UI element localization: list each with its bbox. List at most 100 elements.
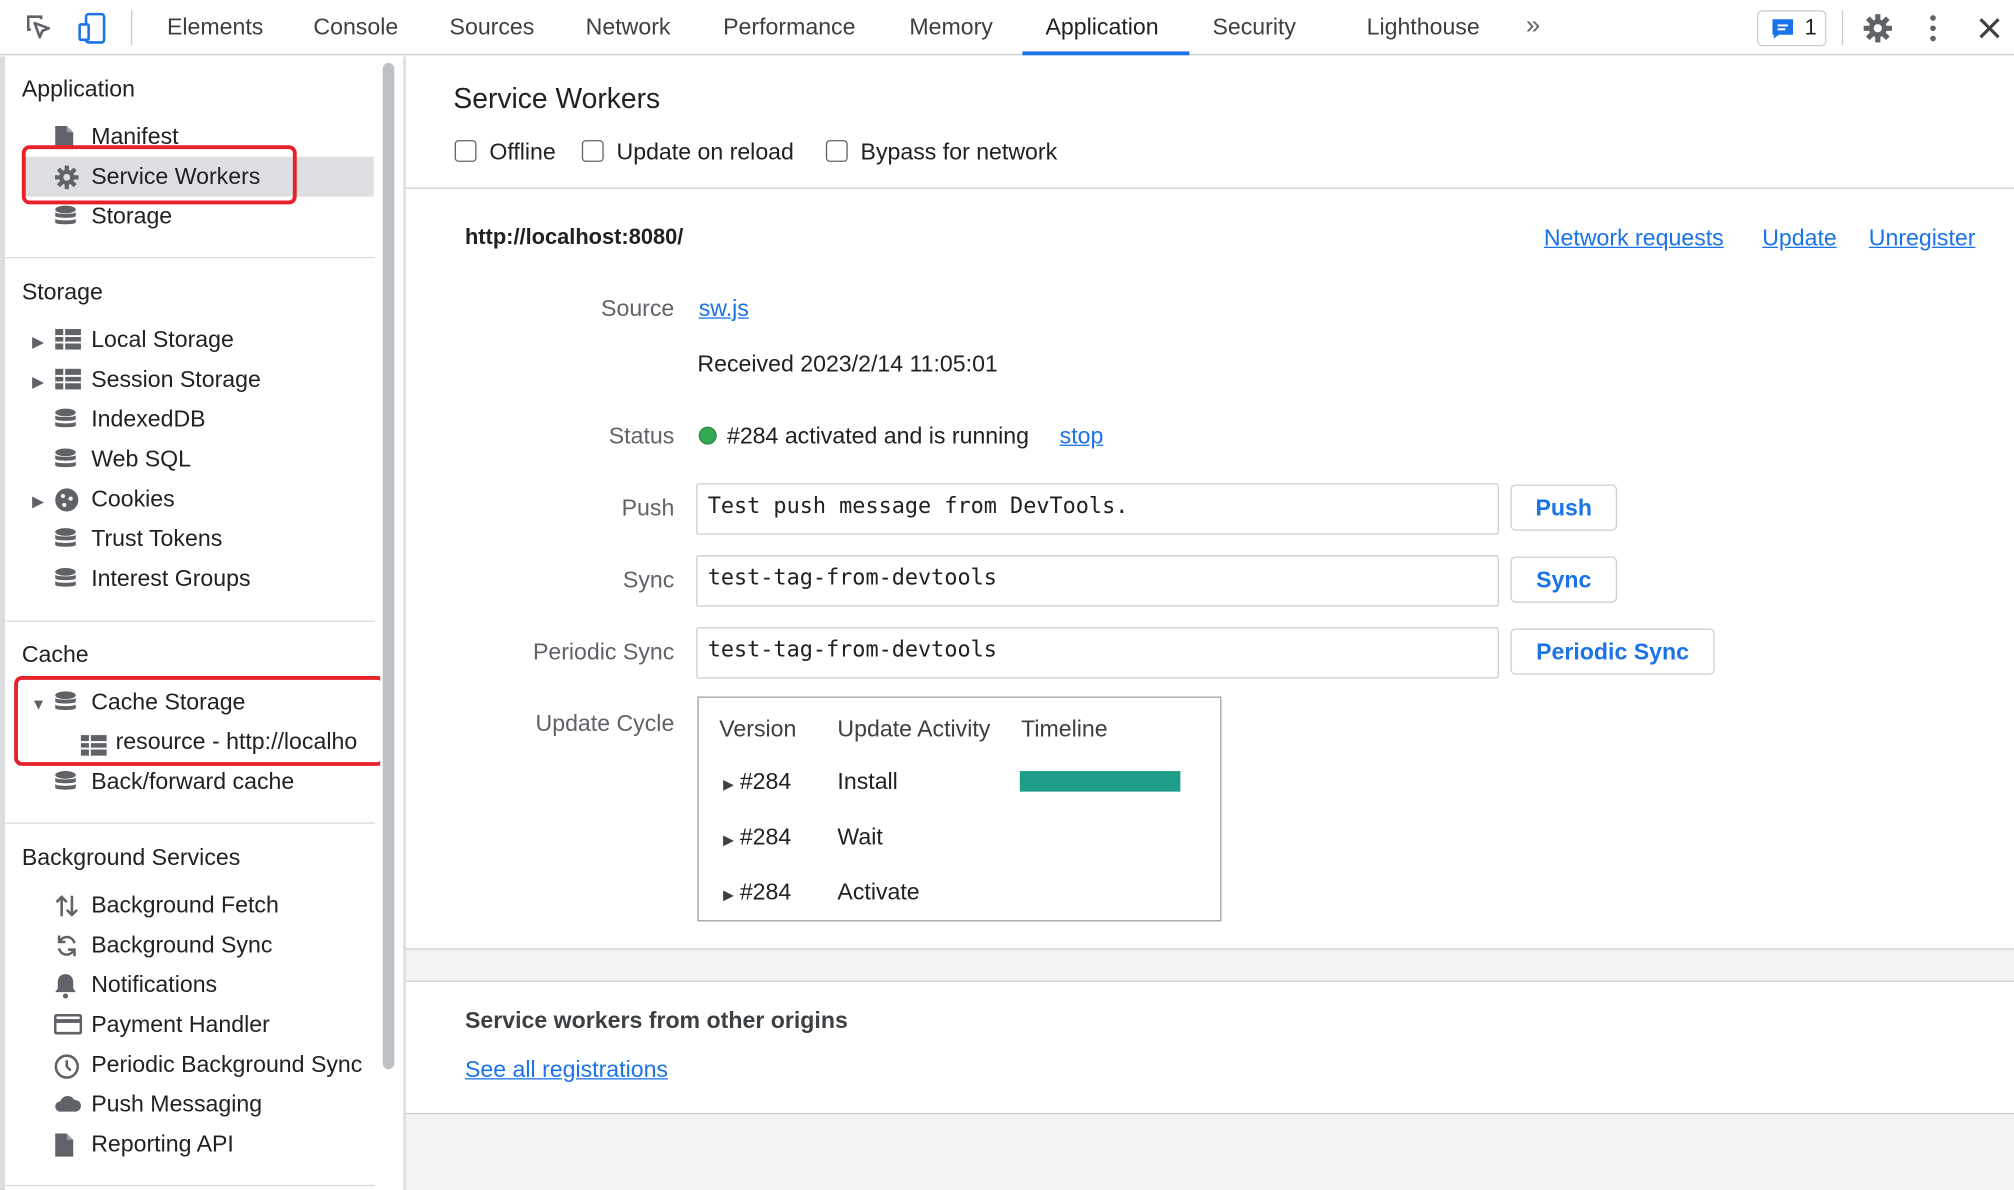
periodic-sync-button[interactable]: Periodic Sync [1510, 628, 1715, 675]
sidebar-item-cookies[interactable]: Cookies [55, 485, 175, 513]
highlight-box-service-workers [21, 145, 297, 205]
received-timestamp: Received 2023/2/14 11:05:01 [697, 350, 998, 377]
database-icon [54, 204, 77, 236]
highlight-box-cache-storage [14, 675, 386, 766]
network-requests-link[interactable]: Network requests [1544, 225, 1724, 252]
sync-label: Sync [622, 566, 675, 593]
push-message-input[interactable]: Test push message from DevTools. [696, 483, 1499, 535]
table-row-activity: Wait [837, 823, 883, 850]
tab-memory[interactable]: Memory [909, 14, 993, 41]
more-options-icon[interactable] [1927, 14, 1940, 49]
more-tabs-chevron-icon[interactable]: » [1526, 12, 1540, 42]
expand-row-arrow-icon[interactable]: ▶ [723, 776, 734, 792]
sidebar-item-label: Background Fetch [91, 891, 279, 918]
sidebar-item-label: Cookies [91, 485, 175, 512]
update-on-reload-checkbox[interactable] [581, 140, 604, 162]
sidebar-item-interest-groups[interactable]: Interest Groups [55, 565, 251, 592]
table-row-activity: Activate [837, 879, 920, 905]
tab-performance[interactable]: Performance [723, 14, 855, 41]
sidebar-item-label: IndexedDB [91, 406, 206, 432]
sidebar-section-cache: Cache [21, 641, 89, 667]
sidebar-item-background-sync[interactable]: Background Sync [57, 931, 273, 959]
tab-application[interactable]: Application [1046, 14, 1159, 41]
close-devtools-icon[interactable] [1978, 17, 2001, 47]
sidebar-item-push-messaging[interactable]: Push Messaging [55, 1091, 262, 1118]
update-link[interactable]: Update [1762, 225, 1837, 252]
sidebar-item-session-storage[interactable]: Session Storage [55, 366, 261, 393]
credit-card-icon [53, 1013, 83, 1043]
sync-tag-input[interactable]: test-tag-from-devtools [696, 555, 1499, 607]
sidebar-item-background-fetch[interactable]: Background Fetch [55, 891, 279, 919]
database-icon [54, 527, 77, 559]
expand-arrow-icon[interactable]: ▶ [32, 373, 44, 391]
table-row-activity: Install [837, 768, 898, 795]
database-icon [54, 770, 77, 802]
issues-counter-button[interactable]: 1 [1757, 10, 1827, 47]
devtools-window: Elements Console Sources Network Perform… [0, 0, 2014, 1190]
periodic-sync-tag-input[interactable]: test-tag-from-devtools [696, 627, 1499, 679]
sidebar-divider [5, 620, 376, 622]
section-separator-band [405, 948, 2014, 982]
tab-sources[interactable]: Sources [450, 14, 535, 41]
active-tab-indicator [1022, 51, 1190, 56]
tab-security[interactable]: Security [1212, 14, 1296, 41]
tab-elements[interactable]: Elements [167, 14, 263, 41]
toolbar-separator [131, 10, 133, 45]
tab-lighthouse[interactable]: Lighthouse [1367, 14, 1480, 41]
issues-message-icon [1771, 18, 1794, 46]
tab-console[interactable]: Console [313, 14, 398, 41]
section-divider [405, 187, 2014, 189]
sidebar-item-indexeddb[interactable]: IndexedDB [55, 406, 206, 433]
sidebar-item-label: Back/forward cache [91, 768, 295, 795]
table-row-version: #284 [739, 823, 792, 850]
sidebar-item-label: Session Storage [91, 366, 261, 392]
unregister-link[interactable]: Unregister [1869, 225, 1976, 252]
sidebar-item-payment-handler[interactable]: Payment Handler [53, 1011, 270, 1038]
expand-row-arrow-icon[interactable]: ▶ [723, 831, 734, 848]
update-on-reload-label[interactable]: Update on reload [617, 139, 794, 166]
bypass-for-network-label[interactable]: Bypass for network [861, 139, 1058, 166]
push-label: Push [621, 494, 675, 521]
sidebar-divider [5, 257, 376, 259]
sync-button[interactable]: Sync [1510, 556, 1618, 603]
sidebar-item-local-storage[interactable]: Local Storage [55, 326, 234, 353]
see-all-registrations-link[interactable]: See all registrations [465, 1056, 668, 1083]
device-toolbar-icon[interactable] [77, 12, 108, 52]
sidebar-item-notifications[interactable]: Notifications [55, 971, 218, 999]
update-cycle-label: Update Cycle [535, 710, 675, 737]
source-file-link[interactable]: sw.js [699, 296, 749, 323]
push-button[interactable]: Push [1510, 484, 1618, 531]
table-icon [54, 368, 82, 398]
sidebar-item-label: Web SQL [91, 445, 192, 472]
sidebar-item-periodic-background-sync[interactable]: Periodic Background Sync [91, 1051, 374, 1078]
offline-checkbox[interactable] [454, 140, 477, 162]
sidebar-item-reporting-api[interactable]: Reporting API [55, 1130, 234, 1158]
expand-arrow-icon[interactable]: ▶ [32, 333, 44, 351]
database-icon [54, 407, 77, 439]
sidebar-item-label: Background Sync [91, 931, 273, 958]
settings-gear-icon[interactable] [1862, 13, 1893, 50]
sidebar-item-back-forward-cache[interactable]: Back/forward cache [55, 768, 295, 795]
sidebar-item-storage-overview[interactable]: Storage [55, 203, 173, 230]
expand-row-arrow-icon[interactable]: ▶ [723, 887, 734, 903]
expand-arrow-icon[interactable]: ▶ [32, 492, 44, 510]
status-label: Status [608, 422, 675, 449]
sidebar-item-label: Storage [91, 203, 173, 229]
page-title: Service Workers [453, 82, 661, 115]
sidebar-item-label: Payment Handler [91, 1011, 270, 1038]
sidebar-item-label: Reporting API [91, 1130, 234, 1157]
sidebar-item-web-sql[interactable]: Web SQL [55, 445, 192, 473]
sidebar-scrollbar-thumb[interactable] [382, 62, 395, 1070]
install-timeline-bar [1019, 771, 1181, 792]
sidebar-item-trust-tokens[interactable]: Trust Tokens [55, 526, 222, 553]
document-icon [54, 1132, 75, 1164]
stop-link[interactable]: stop [1060, 423, 1104, 450]
inspect-element-icon[interactable] [23, 12, 54, 49]
devtools-toolbar: Elements Console Sources Network Perform… [0, 0, 2014, 56]
sidebar-item-label: Notifications [91, 971, 218, 998]
worker-origin: http://localhost:8080/ [464, 224, 684, 250]
database-icon [54, 567, 77, 599]
bypass-for-network-checkbox[interactable] [825, 140, 848, 162]
tab-network[interactable]: Network [586, 14, 671, 41]
offline-checkbox-label[interactable]: Offline [489, 139, 555, 166]
